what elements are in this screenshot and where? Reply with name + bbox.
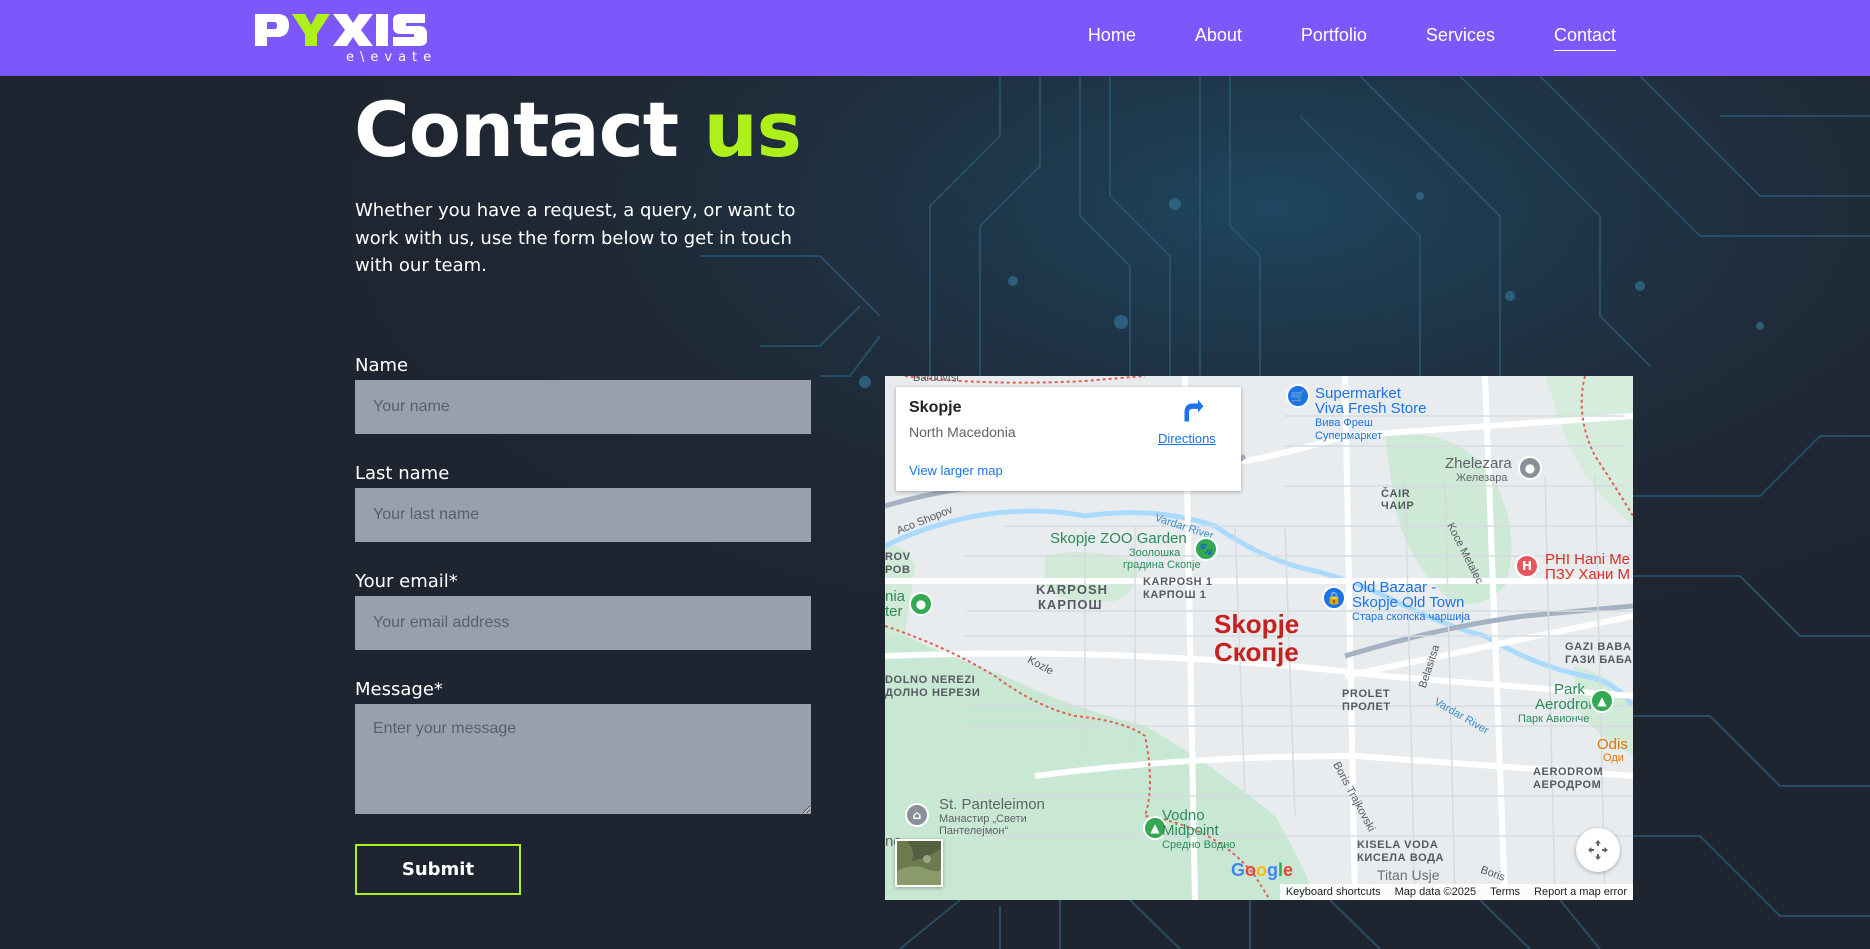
nav-portfolio[interactable]: Portfolio xyxy=(1301,25,1367,51)
map-label-vodno-1: Vodno xyxy=(1162,807,1205,824)
map-label-zoo-cyr-2: градина Скопје xyxy=(1123,559,1201,571)
monastery-pin-icon[interactable]: ⌂ xyxy=(905,803,929,827)
nav-contact[interactable]: Contact xyxy=(1553,25,1616,51)
intro-text: Whether you have a request, a query, or … xyxy=(355,200,796,276)
map-label-supermarket-cyr-2: Супермаркет xyxy=(1315,430,1383,442)
old-bazaar-pin-icon[interactable]: 🔒 xyxy=(1322,586,1346,610)
map-label-park-cyr: Парк Авионче xyxy=(1518,713,1590,725)
map-label-phi-1: PHI Hani Me xyxy=(1545,551,1631,568)
map-label-nia: nia xyxy=(885,588,906,605)
map-label-karposh-cyr: КАРПОШ xyxy=(1038,597,1103,612)
map-label-zhelezara: Zhelezara xyxy=(1445,455,1512,472)
map-label-odis: Odis xyxy=(1597,736,1628,753)
map-label-aerodrom: AERODROM xyxy=(1533,766,1604,778)
map-label-chair-cyr: ЧАИР xyxy=(1381,500,1415,512)
hospital-pin-icon[interactable]: H xyxy=(1515,554,1539,578)
zhelezara-pin-icon[interactable]: ● xyxy=(1518,456,1542,480)
map-label-kisela-voda-cyr: КИСЕЛА ВОДА xyxy=(1357,852,1445,864)
page-title: Contact us xyxy=(354,82,802,178)
map-label-gazi-baba-cyr: ГАЗИ БАБА xyxy=(1565,654,1633,666)
email-label: Your email* xyxy=(355,571,458,592)
map-label-karposh1: KARPOSH 1 xyxy=(1143,576,1213,588)
map-attribution: Keyboard shortcuts Map data ©2025 Terms … xyxy=(1279,884,1633,900)
map-place-name: Skopje xyxy=(909,399,962,416)
map-label-park-1: Park xyxy=(1554,681,1585,698)
map-label-old-bazaar-cyr: Стара скопска чаршија xyxy=(1352,611,1471,623)
satellite-layer-toggle[interactable] xyxy=(895,839,943,887)
keyboard-shortcuts-link[interactable]: Keyboard shortcuts xyxy=(1286,886,1381,898)
message-field[interactable] xyxy=(355,704,811,814)
email-field[interactable] xyxy=(355,596,811,650)
last-name-field[interactable] xyxy=(355,488,811,542)
supermarket-pin-icon[interactable]: 🛒 xyxy=(1286,384,1310,408)
park-aerodrom-pin-icon[interactable]: ▲ xyxy=(1590,689,1614,713)
nav-services[interactable]: Services xyxy=(1426,25,1495,51)
map-label-titan-usje: Titan Usje xyxy=(1377,867,1440,883)
map-label-vodno-2: Midpoint xyxy=(1162,822,1219,839)
map-label-aerodrom-cyr: АЕРОДРОМ xyxy=(1533,779,1602,791)
map-label-prolet: PROLET xyxy=(1342,688,1391,700)
contact-form: Name Last name Your email* Message* xyxy=(355,352,811,814)
name-label: Name xyxy=(355,355,409,376)
map-label-karposh1-cyr: КАРПОШ 1 xyxy=(1143,589,1207,601)
map-info-card: Skopje North Macedonia View larger map D… xyxy=(896,387,1241,491)
map-place-country: North Macedonia xyxy=(909,424,1016,440)
submit-button[interactable]: Submit xyxy=(355,844,521,895)
nav-about[interactable]: About xyxy=(1195,25,1242,51)
message-label: Message* xyxy=(355,679,443,700)
map-label-ter: ter xyxy=(885,603,903,620)
map-city-label-cyrillic: Скопје xyxy=(1214,637,1299,667)
terms-link[interactable]: Terms xyxy=(1490,886,1520,898)
map-label-supermarket-2: Viva Fresh Store xyxy=(1315,400,1427,417)
map-label-panteleimon-1: St. Panteleimon xyxy=(939,796,1045,813)
map-label-dolno-nerezi: DOLNO NEREZI xyxy=(885,674,976,686)
map-label-old-bazaar-1: Old Bazaar - xyxy=(1352,579,1437,596)
map-data-text: Map data ©2025 xyxy=(1394,886,1477,898)
map-label-vodno-cyr: Средно Водно xyxy=(1162,839,1236,851)
page-title-accent: us xyxy=(703,85,802,174)
map-label-supermarket-cyr-1: Вива Фреш xyxy=(1315,417,1373,429)
map-label-old-bazaar-2: Skopje Old Town xyxy=(1352,594,1465,611)
map-label-zhelezara-cyr: Железара xyxy=(1456,472,1508,484)
park-left-pin-icon[interactable]: ● xyxy=(909,592,933,616)
site-header: e\evate Home About Portfolio Services Co… xyxy=(0,0,1870,76)
logo-tagline: e\evate xyxy=(346,50,437,64)
directions-icon[interactable] xyxy=(1180,399,1206,425)
report-map-error-link[interactable]: Report a map error xyxy=(1534,886,1627,898)
pyxis-logo[interactable]: e\evate xyxy=(255,10,447,64)
map-label-zoo-cyr-1: Зоолошка xyxy=(1129,547,1181,559)
google-logo: Google xyxy=(1231,860,1294,880)
map-label-supermarket-1: Supermarket xyxy=(1315,385,1401,402)
satellite-thumb-icon xyxy=(897,841,942,885)
directions-link[interactable]: Directions xyxy=(1158,431,1216,446)
zoo-pin-icon[interactable]: 🐾 xyxy=(1194,537,1218,561)
name-field[interactable] xyxy=(355,380,811,434)
map-label-prolet-cyr: ПРОЛЕТ xyxy=(1342,701,1391,713)
map-label-rov: ROV xyxy=(885,551,911,563)
expand-arrows-icon xyxy=(1588,840,1608,860)
map-label-zoo-1: Skopje ZOO Garden xyxy=(1050,530,1187,547)
map-city-label-latin: Skopje xyxy=(1214,609,1300,639)
map-label-karposh: KARPOSH xyxy=(1036,582,1109,597)
nav-home[interactable]: Home xyxy=(1088,25,1136,51)
view-larger-map-link[interactable]: View larger map xyxy=(909,463,1003,478)
map-label-bardovtsi: Bardovtsi xyxy=(913,376,959,384)
map-label-phi-2: ПЗУ Хани М xyxy=(1545,566,1631,583)
map-label-panteleimon-cyr-1: Манастир „Свети xyxy=(939,813,1027,825)
map-label-panteleimon-cyr-2: Пантелејмон“ xyxy=(939,825,1009,837)
main-nav: Home About Portfolio Services Contact xyxy=(1029,0,1616,76)
page-title-main: Contact xyxy=(354,85,679,174)
fullscreen-map-button[interactable] xyxy=(1576,828,1620,872)
map-label-rov-cyr: РОВ xyxy=(885,564,911,576)
map-label-gazi-baba: GAZI BABA xyxy=(1565,641,1632,653)
map-label-dolno-nerezi-cyr: ДОЛНО НЕРЕЗИ xyxy=(885,687,981,699)
embedded-map[interactable]: Bardovtsi 🛒 Supermarket Viva Fresh Store… xyxy=(885,376,1633,900)
last-name-label: Last name xyxy=(355,463,450,484)
map-label-odis-cyr: Оди xyxy=(1603,752,1624,764)
map-label-kisela-voda: KISELA VODA xyxy=(1357,839,1439,851)
